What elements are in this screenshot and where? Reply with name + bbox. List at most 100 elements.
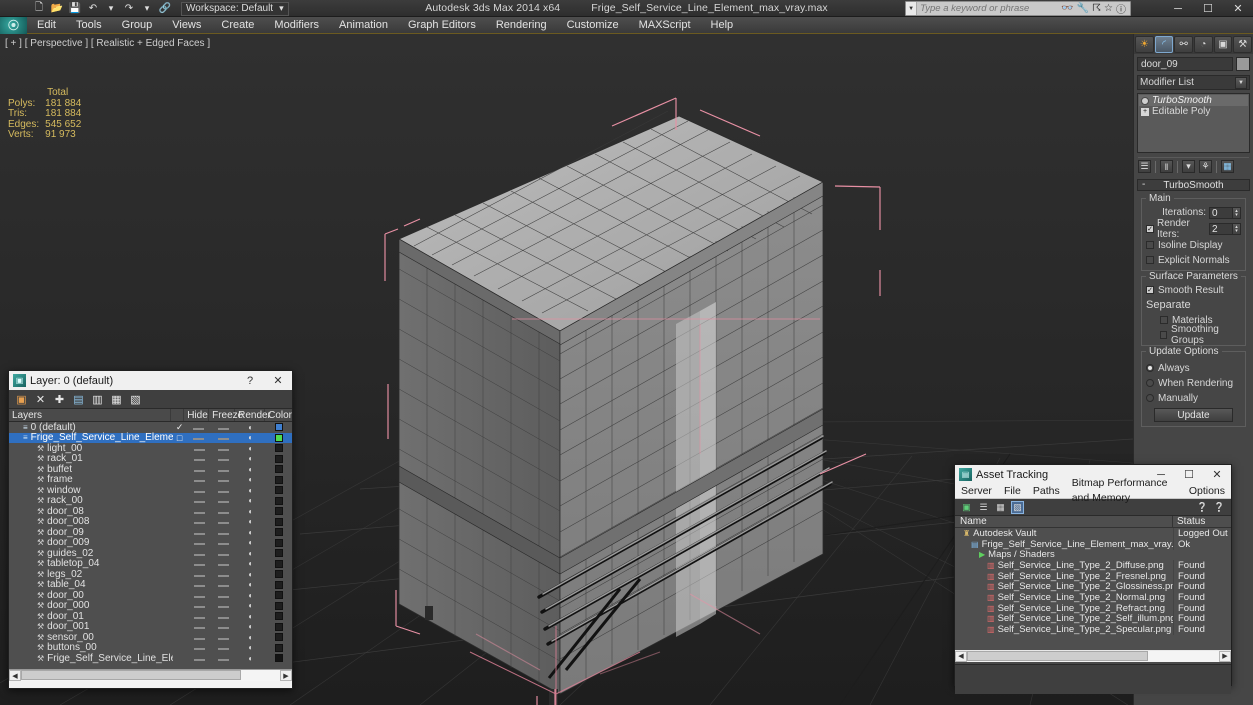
asset-row[interactable]: ▥ Self_Service_Line_Type_2_Fresnel.png Fou… bbox=[955, 570, 1231, 582]
show-end-result-icon[interactable]: ‖ bbox=[1160, 160, 1173, 173]
layer-color-swatch[interactable] bbox=[274, 633, 283, 642]
layer-row[interactable]: ⚒ buffet ◐ bbox=[9, 464, 292, 475]
layer-name-cell[interactable]: ⚒ door_09 bbox=[9, 527, 173, 538]
layer-current-checkbox[interactable]: ✓ bbox=[173, 422, 186, 433]
layer-hide-toggle[interactable] bbox=[187, 474, 212, 485]
render-iters-value[interactable]: 2 bbox=[1209, 222, 1233, 235]
asset-list[interactable]: ♜ Autodesk Vault Logged Out ▤ Frige_Self_Ser… bbox=[955, 528, 1231, 650]
asset-name-cell[interactable]: ▥ Self_Service_Line_Type_2_Normal.png bbox=[955, 592, 1173, 603]
asset-name-cell[interactable]: ▥ Self_Service_Line_Type_2_Fresnel.png bbox=[955, 571, 1173, 582]
layer-row[interactable]: ⚒ door_08 ◐ bbox=[9, 506, 292, 517]
asset-menu-options[interactable]: Options bbox=[1183, 484, 1231, 499]
layer-color-swatch[interactable] bbox=[274, 517, 283, 526]
update-button[interactable]: Update bbox=[1154, 408, 1233, 422]
layer-color-swatch[interactable] bbox=[274, 475, 283, 484]
chevron-down-icon[interactable]: ▼ bbox=[1235, 76, 1247, 89]
quick-search[interactable]: ▼ 👓 🔧 ☈ ☆ ⓘ bbox=[905, 1, 1131, 16]
layer-color-swatch[interactable] bbox=[274, 622, 283, 631]
asset-menu-paths[interactable]: Paths bbox=[1027, 484, 1066, 499]
modifier-stack[interactable]: TurboSmooth + Editable Poly bbox=[1137, 93, 1250, 153]
layer-name-cell[interactable]: ⚒ door_01 bbox=[9, 611, 173, 622]
layer-freeze-toggle[interactable] bbox=[211, 569, 236, 580]
search-input[interactable] bbox=[917, 2, 1058, 15]
layer-row[interactable]: ≡ Frige_Self_Service_Line_Element □ ◐ bbox=[9, 432, 292, 443]
isoline-display-checkbox[interactable] bbox=[1146, 241, 1154, 249]
layer-name-cell[interactable]: ⚒ frame bbox=[9, 474, 173, 485]
maximize-button[interactable]: ☐ bbox=[1193, 0, 1223, 17]
asset-name-cell[interactable]: ♜ Autodesk Vault bbox=[955, 528, 1173, 539]
layer-render-toggle[interactable]: ◐ bbox=[236, 654, 265, 663]
layer-color-cell[interactable] bbox=[265, 601, 292, 610]
object-color-swatch[interactable] bbox=[1236, 57, 1250, 71]
layer-row[interactable]: ⚒ door_00 ◐ bbox=[9, 590, 292, 601]
select-objects-icon[interactable]: ▤ bbox=[72, 393, 85, 406]
layer-color-swatch[interactable] bbox=[274, 580, 283, 589]
layer-row[interactable]: ⚒ door_01 ◐ bbox=[9, 611, 292, 622]
layer-freeze-toggle[interactable] bbox=[211, 611, 236, 622]
layer-freeze-toggle[interactable] bbox=[211, 632, 236, 643]
open-file-icon[interactable]: 📂 bbox=[49, 2, 65, 16]
asset-row[interactable]: ▥ Self_Service_Line_Type_2_Normal.png Foun… bbox=[955, 591, 1231, 603]
scroll-left-icon[interactable]: ◀ bbox=[9, 670, 21, 681]
layer-color-cell[interactable] bbox=[265, 538, 292, 547]
menu-item-group[interactable]: Group bbox=[112, 17, 163, 34]
layer-freeze-toggle[interactable] bbox=[211, 443, 236, 454]
layer-color-cell[interactable] bbox=[265, 444, 292, 453]
asset-row[interactable]: ▥ Self_Service_Line_Type_2_Glossiness.png… bbox=[955, 581, 1231, 593]
layer-row[interactable]: ⚒ door_001 ◐ bbox=[9, 621, 292, 632]
layer-name-cell[interactable]: ⚒ door_008 bbox=[9, 516, 173, 527]
layer-row[interactable]: ⚒ door_008 ◐ bbox=[9, 516, 292, 527]
layer-freeze-toggle[interactable] bbox=[211, 590, 236, 601]
display-icon[interactable]: ▣ bbox=[1213, 35, 1233, 53]
layer-color-cell[interactable] bbox=[265, 465, 292, 474]
layer-hide-toggle[interactable] bbox=[187, 611, 212, 622]
layer-row[interactable]: ⚒Frige_Self_Service_Line_Element ◐ bbox=[9, 653, 292, 664]
layer-render-toggle[interactable]: ◐ bbox=[236, 444, 265, 453]
layer-row[interactable]: ⚒ tabletop_04 ◐ bbox=[9, 558, 292, 569]
layer-color-swatch[interactable] bbox=[274, 486, 283, 495]
layer-row[interactable]: ⚒ buttons_00 ◐ bbox=[9, 642, 292, 653]
layer-freeze-toggle[interactable] bbox=[211, 548, 236, 559]
layer-hide-toggle[interactable] bbox=[187, 642, 212, 653]
viewport-label[interactable]: [ + ] [ Perspective ] [ Realistic + Edge… bbox=[5, 38, 210, 49]
layer-name-cell[interactable]: ⚒ table_04 bbox=[9, 579, 173, 590]
layer-color-cell[interactable] bbox=[265, 423, 292, 432]
layer-freeze-toggle[interactable] bbox=[211, 495, 236, 506]
layer-hide-toggle[interactable] bbox=[187, 516, 212, 527]
scroll-thumb[interactable] bbox=[21, 670, 242, 680]
radio-icon[interactable] bbox=[1146, 394, 1154, 402]
asset-menu-bitmap-performance-and-memory[interactable]: Bitmap Performance and Memory bbox=[1066, 476, 1183, 506]
layer-hide-toggle[interactable] bbox=[187, 527, 212, 538]
layer-close-button[interactable]: ✕ bbox=[264, 371, 292, 390]
asset-name-cell[interactable]: ▥ Self_Service_Line_Type_2_Refract.png bbox=[955, 603, 1173, 614]
utilities-icon[interactable]: ⚒ bbox=[1233, 35, 1253, 53]
layer-name-cell[interactable]: ⚒ tabletop_04 bbox=[9, 558, 173, 569]
layer-render-toggle[interactable]: ◐ bbox=[236, 622, 265, 631]
layer-hide-toggle[interactable] bbox=[187, 600, 212, 611]
layer-hide-toggle[interactable] bbox=[187, 569, 212, 580]
modifier-list-dropdown[interactable]: Modifier List ▼ bbox=[1137, 75, 1250, 90]
iterations-value[interactable]: 0 bbox=[1209, 206, 1233, 219]
motion-icon[interactable]: ◔ bbox=[1194, 35, 1213, 53]
pin-stack-icon[interactable]: ☰ bbox=[1138, 160, 1151, 173]
select-highlighted-icon[interactable]: ▧ bbox=[129, 393, 142, 406]
help-blue-icon[interactable]: ❔ bbox=[1196, 501, 1209, 514]
layer-row[interactable]: ⚒ door_09 ◐ bbox=[9, 527, 292, 538]
asset-row[interactable]: ▤ Frige_Self_Service_Line_Element_max_vra… bbox=[955, 538, 1231, 550]
menu-item-graph-editors[interactable]: Graph Editors bbox=[398, 17, 486, 34]
detail-view-icon[interactable]: ▦ bbox=[994, 501, 1007, 514]
asset-row[interactable]: ▥ Self_Service_Line_Type_2_Specular.png Fo… bbox=[955, 624, 1231, 636]
layer-name-cell[interactable]: ⚒ door_08 bbox=[9, 506, 173, 517]
smoothing-groups-checkbox[interactable] bbox=[1160, 331, 1168, 339]
layer-row[interactable]: ⚒ legs_02 ◐ bbox=[9, 569, 292, 580]
layer-color-swatch[interactable] bbox=[274, 559, 283, 568]
set-key-icon[interactable]: 🔗 bbox=[157, 2, 173, 16]
expand-plus-icon[interactable]: + bbox=[1141, 107, 1149, 116]
layer-color-cell[interactable] bbox=[265, 528, 292, 537]
hierarchy-icon[interactable]: ⚯ bbox=[1174, 35, 1194, 53]
layer-name-cell[interactable]: ⚒ light_00 bbox=[9, 443, 173, 454]
delete-layer-icon[interactable]: ✕ bbox=[34, 393, 47, 406]
scroll-track[interactable] bbox=[967, 650, 1219, 662]
layer-freeze-toggle[interactable] bbox=[211, 485, 236, 496]
layer-freeze-toggle[interactable] bbox=[211, 579, 236, 590]
